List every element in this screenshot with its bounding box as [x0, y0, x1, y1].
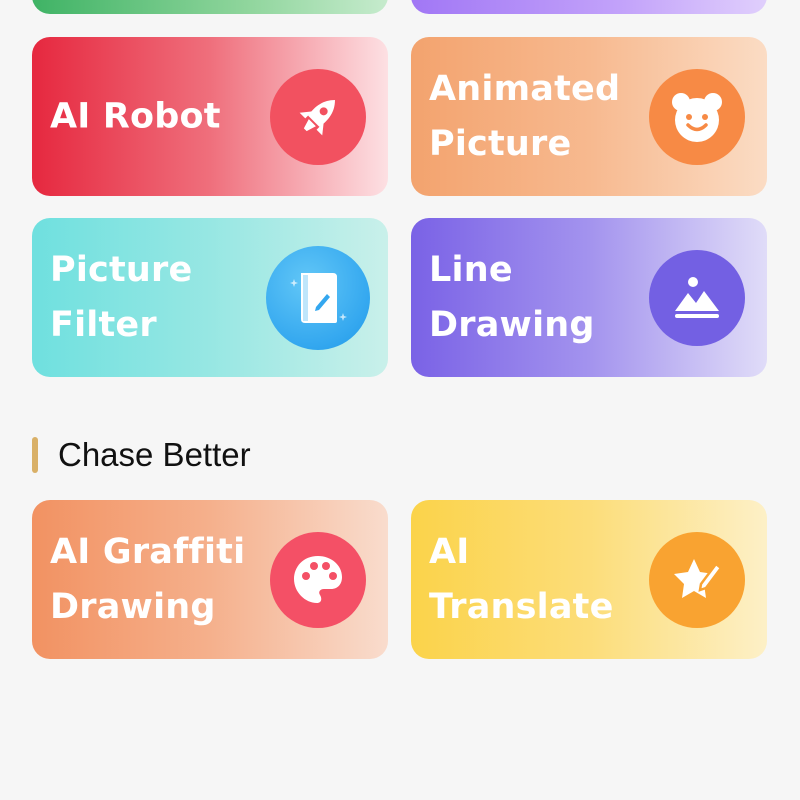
feature-card-top-left-partial[interactable]: [32, 0, 388, 14]
palette-icon: [270, 531, 366, 628]
line-drawing-label: Line Drawing: [429, 249, 595, 345]
ai-translate-label: AI Translate: [429, 531, 614, 627]
rocket-icon: [270, 68, 366, 165]
section-accent-bar: [32, 437, 38, 473]
section-header: Chase Better: [32, 434, 251, 476]
mountain-image-icon: [649, 249, 745, 346]
app-screen: AI Robot Animated Picture Picture Filter…: [0, 0, 800, 800]
ai-robot-label: AI Robot: [50, 96, 221, 136]
ai-graffiti-drawing-label: AI Graffiti Drawing: [50, 531, 246, 627]
section-title: Chase Better: [58, 436, 251, 473]
star-pen-icon: [649, 531, 745, 628]
ai-robot-card[interactable]: AI Robot: [32, 37, 388, 196]
book-pen-icon: [266, 245, 370, 350]
ai-translate-card[interactable]: AI Translate: [411, 500, 767, 659]
picture-filter-card[interactable]: Picture Filter: [32, 218, 388, 377]
feature-card-top-right-partial[interactable]: [411, 0, 767, 14]
animated-picture-card[interactable]: Animated Picture: [411, 37, 767, 196]
picture-filter-label: Picture Filter: [50, 249, 193, 345]
bear-face-icon: [649, 68, 745, 165]
animated-picture-label: Animated Picture: [429, 68, 621, 164]
ai-graffiti-drawing-card[interactable]: AI Graffiti Drawing: [32, 500, 388, 659]
line-drawing-card[interactable]: Line Drawing: [411, 218, 767, 377]
